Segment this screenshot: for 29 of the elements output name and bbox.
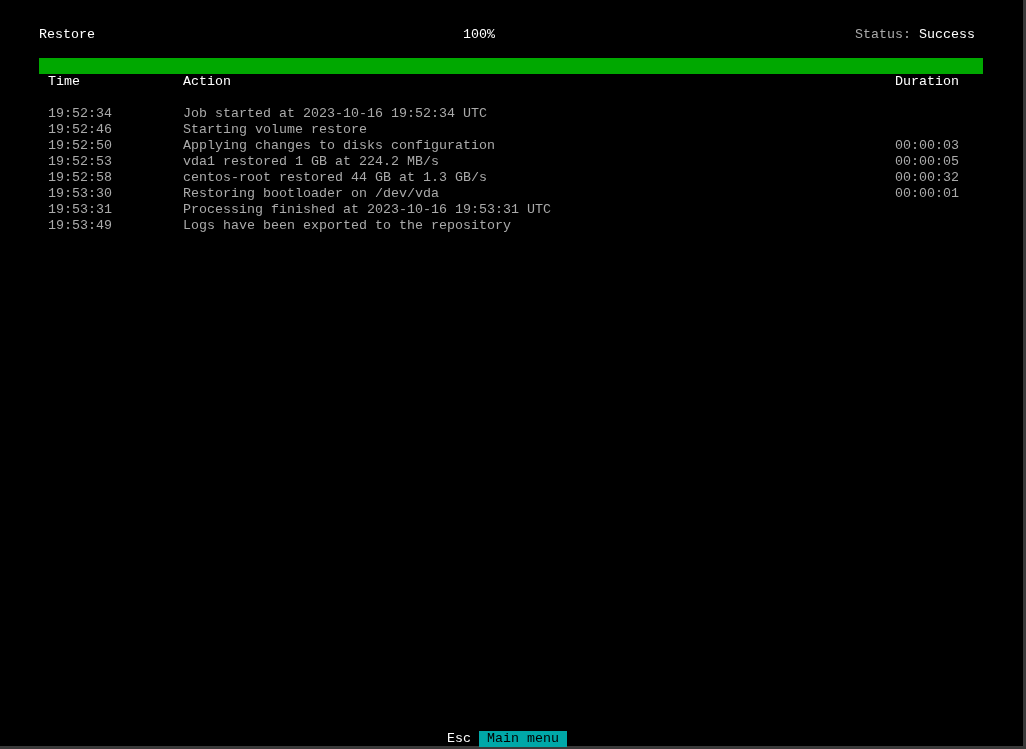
- action-cell-text: Job started at 2023-10-16 19:52:34 UTC: [183, 106, 488, 122]
- time-cell-text: 19:53:31: [48, 202, 113, 218]
- time-cell-text: 19:52:58: [48, 170, 113, 186]
- action-cell-text: Restoring bootloader on /dev/vda: [183, 186, 440, 202]
- time-cell-text: 19:52:46: [48, 122, 113, 138]
- duration-cell-text: 00:00:03: [895, 138, 960, 154]
- action-cell-text: centos-root restored 44 GB at 1.3 GB/s: [183, 170, 488, 186]
- column-header: Action: [183, 74, 232, 90]
- time-cell-text: 19:53:49: [48, 218, 113, 234]
- status-value: Success: [919, 27, 975, 43]
- time-cell-text: 19:53:30: [48, 186, 113, 202]
- status-label: Status:: [855, 27, 911, 43]
- screen-title: Restore: [39, 27, 96, 43]
- time-cell-text: 19:52:34: [48, 106, 113, 122]
- time-cell-text: 19:52:53: [48, 154, 113, 170]
- action-cell-text: vda1 restored 1 GB at 224.2 MB/s: [183, 154, 440, 170]
- column-header: Time: [48, 74, 81, 90]
- action-cell-text: Starting volume restore: [183, 122, 368, 138]
- duration-cell-text: 00:00:32: [895, 170, 960, 186]
- action-cell-text: Processing finished at 2023-10-16 19:53:31 UTC: [183, 202, 552, 218]
- duration-cell-text: 00:00:01: [895, 186, 960, 202]
- action-cell-text: Logs have been exported to the repository: [183, 218, 512, 234]
- shortcut-key: Esc: [447, 731, 471, 747]
- action-cell-text: Applying changes to disks configuration: [183, 138, 496, 154]
- time-cell-text: 19:52:50: [48, 138, 113, 154]
- duration-cell-text: 00:00:05: [895, 154, 960, 170]
- main-menu-button[interactable]: Main menu: [479, 731, 567, 747]
- column-header: Duration: [895, 74, 960, 90]
- progress-percent: 100%: [463, 27, 495, 43]
